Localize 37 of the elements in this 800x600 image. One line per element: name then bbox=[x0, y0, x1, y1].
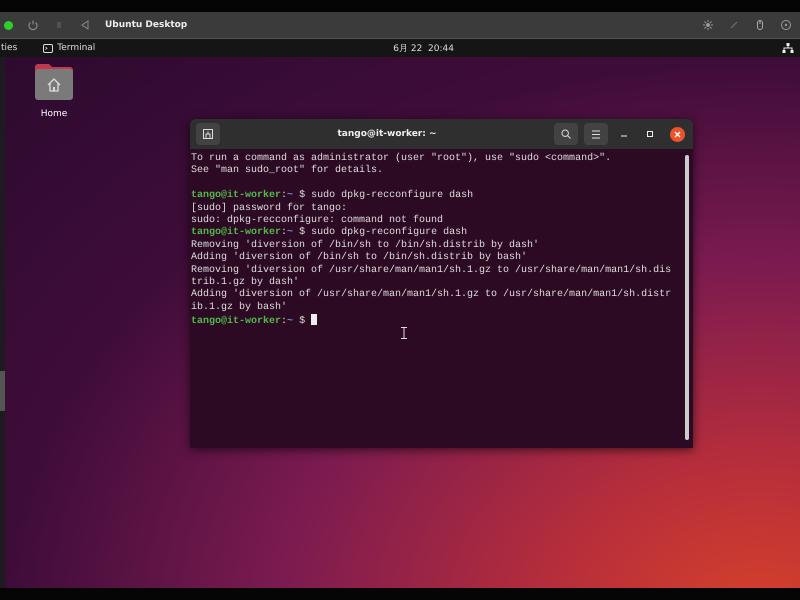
terminal-output-line: [sudo] password for tango: bbox=[191, 202, 348, 214]
desktop-icon-label: Home bbox=[40, 109, 68, 119]
activities-button[interactable]: ties bbox=[1, 43, 18, 53]
close-icon bbox=[674, 130, 681, 138]
text-cursor-icon bbox=[401, 327, 407, 339]
new-tab-icon bbox=[203, 129, 213, 139]
terminal-prompt-line: tango@it-worker:~ $ sudo dpkg-reconfigure dash bbox=[191, 227, 468, 240]
terminal-output-line: Removing 'diversion of /usr/share/man/man1/sh.1.gz to /usr/share/man/man1/sh.dis bbox=[191, 264, 672, 276]
terminal-output-line: sudo: dpkg-recconfigure: command not found bbox=[191, 214, 444, 226]
terminal-output-line: See "man sudo_root" for details. bbox=[191, 165, 384, 178]
new-tab-button[interactable] bbox=[196, 123, 220, 145]
terminal-output-line: Adding 'diversion of /bin/sh to /bin/sh.distrib by bash' bbox=[191, 252, 528, 264]
menu-button[interactable] bbox=[584, 123, 608, 145]
app-menu-label[interactable]: Terminal bbox=[57, 43, 96, 53]
terminal-prompt-line: tango@it-worker:~ $ sudo dpkg-recconfigure dash bbox=[191, 188, 474, 202]
menu-icon bbox=[591, 130, 601, 138]
network-icon[interactable] bbox=[782, 43, 794, 53]
search-icon bbox=[561, 129, 571, 139]
terminal-output-line: ib.1.gz by bash' bbox=[191, 302, 288, 314]
back-triangle-icon[interactable] bbox=[79, 19, 91, 31]
terminal-output-line: To run a command as administrator (user "root"), use "sudo <command>". bbox=[191, 153, 612, 164]
close-button[interactable] bbox=[670, 126, 685, 142]
power-icon[interactable] bbox=[27, 19, 39, 31]
search-button[interactable] bbox=[554, 123, 578, 145]
mouse-icon[interactable] bbox=[754, 19, 766, 31]
scrollbar[interactable] bbox=[685, 155, 689, 440]
terminal-output-line: Adding 'diversion of /usr/share/man/man1/sh.1.gz to /usr/share/man/man1/sh.distr bbox=[191, 289, 672, 302]
terminal-icon bbox=[43, 44, 54, 52]
terminal-output-line: Removing 'diversion of /bin/sh to /bin/sh.distrib by dash' bbox=[191, 240, 540, 252]
terminal-output-line: trib.1.gz by dash' bbox=[191, 276, 300, 288]
disc-icon[interactable] bbox=[780, 19, 792, 31]
maximize-icon bbox=[646, 130, 654, 138]
home-folder-icon[interactable] bbox=[34, 63, 74, 101]
terminal-prompt-line: tango@it-worker:~ $ bbox=[191, 314, 318, 326]
clock[interactable]: 6月 22 20:44 bbox=[393, 42, 484, 54]
vm-title: Ubuntu Desktop bbox=[105, 20, 188, 30]
window-title: tango@it-worker: ~ bbox=[336, 129, 438, 139]
